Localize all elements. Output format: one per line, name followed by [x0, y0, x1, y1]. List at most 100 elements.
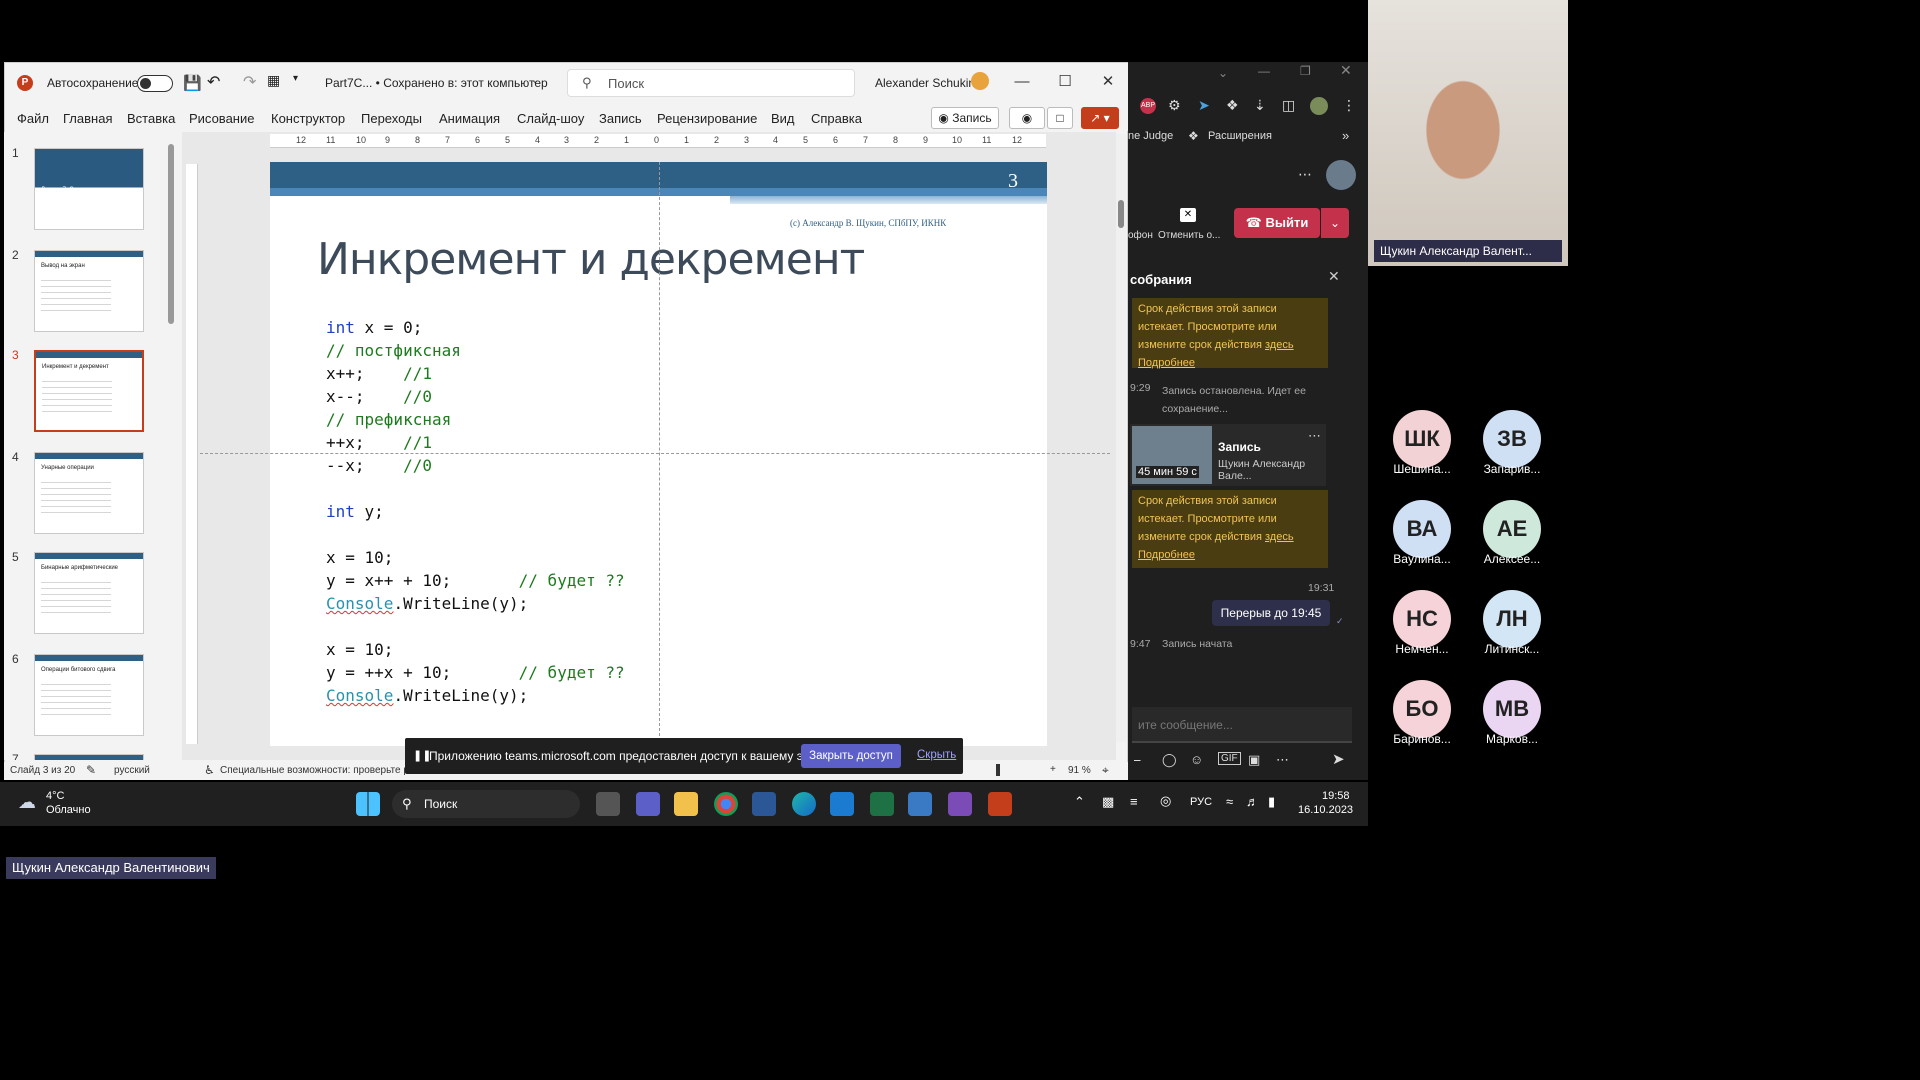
sticker-icon[interactable]: ▣	[1248, 752, 1260, 768]
bookmark-extensions[interactable]: Расширения	[1208, 130, 1272, 142]
close-panel-icon[interactable]: ✕	[1328, 268, 1340, 285]
tab-design[interactable]: Конструктор	[271, 111, 345, 126]
code-line[interactable]: // постфиксная	[326, 341, 461, 360]
bookmark-judge[interactable]: ne Judge	[1128, 130, 1173, 142]
stop-sharing-button[interactable]: Закрыть доступ	[801, 744, 901, 768]
participant-avatar[interactable]: ШК	[1393, 410, 1451, 468]
tab-draw[interactable]: Рисование	[189, 111, 254, 126]
code-line[interactable]: x--; //0	[326, 387, 432, 406]
customize-qat-icon[interactable]: ▾	[293, 73, 298, 84]
more-link[interactable]: Подробнее	[1138, 549, 1195, 561]
user-name[interactable]: Alexander Schukin	[875, 76, 975, 90]
participant-avatar[interactable]: ЛН	[1483, 590, 1541, 648]
slide-thumbnail-1[interactable]: Лекция 7. Операции	[34, 148, 144, 230]
minimize-icon[interactable]: —	[1258, 64, 1270, 78]
code-line[interactable]: // префиксная	[326, 410, 451, 429]
slide-thumbnail-7[interactable]	[34, 754, 144, 760]
gif-icon[interactable]: GIF	[1218, 752, 1241, 765]
search-box[interactable]: ⚲ Поиск	[567, 69, 855, 97]
weather-desc[interactable]: Облачно	[46, 804, 91, 816]
mic-label[interactable]: офон	[1128, 230, 1153, 241]
clock-date[interactable]: 16.10.2023	[1298, 804, 1353, 816]
participant-avatar[interactable]: НС	[1393, 590, 1451, 648]
tab-home[interactable]: Главная	[63, 111, 112, 126]
notepad-icon[interactable]	[908, 792, 932, 816]
language-status[interactable]: русский	[114, 765, 150, 776]
code-line[interactable]: ++x; //1	[326, 433, 432, 452]
powerpoint-icon[interactable]	[988, 792, 1012, 816]
record-button[interactable]: ◉ Запись	[931, 107, 999, 129]
tab-file[interactable]: Файл	[17, 111, 49, 126]
excel-icon[interactable]	[870, 792, 894, 816]
slide-thumbnail-3[interactable]: Инкремент и декремент	[34, 350, 144, 432]
microphone-icon[interactable]: ◎	[1160, 793, 1171, 809]
user-avatar[interactable]	[971, 72, 989, 90]
notice-link[interactable]: здесь	[1265, 531, 1294, 543]
thumbnails-scrollbar[interactable]	[168, 144, 174, 324]
code-line[interactable]: x++; //1	[326, 364, 432, 383]
wifi-icon[interactable]: ≈	[1226, 794, 1233, 809]
stop-share-icon[interactable]: ✕	[1180, 208, 1196, 222]
more-options-icon[interactable]: ⋯	[1308, 428, 1321, 444]
maximize-icon[interactable]: ☐	[1050, 71, 1080, 93]
chevron-down-icon[interactable]: ⌄	[531, 75, 539, 86]
weather-temp[interactable]: 4°C	[46, 790, 64, 802]
close-icon[interactable]: ✕	[1093, 71, 1123, 93]
notice-link[interactable]: здесь	[1265, 339, 1294, 351]
file-name[interactable]: Part7C... • Сохранено в: этот компьютер	[325, 76, 548, 90]
recording-card[interactable]: 45 мин 59 с Запись Щукин Александр Вале.…	[1130, 424, 1326, 486]
tab-help[interactable]: Справка	[811, 111, 862, 126]
message-input[interactable]: ите сообщение...	[1132, 707, 1352, 743]
download-icon[interactable]: ⇣	[1254, 97, 1266, 114]
loop-icon[interactable]: ◯	[1162, 752, 1177, 768]
code-line[interactable]: x = 10;	[326, 548, 393, 567]
presenter-icon[interactable]: ▦	[267, 72, 280, 89]
slide-thumbnail-4[interactable]: Унарные операции	[34, 452, 144, 534]
autosave-toggle[interactable]	[137, 75, 173, 92]
tab-view[interactable]: Вид	[771, 111, 795, 126]
slide-thumbnail-6[interactable]: Операции битового сдвига	[34, 654, 144, 736]
file-explorer-icon[interactable]	[674, 792, 698, 816]
leave-button[interactable]: ☎ Выйти	[1234, 208, 1320, 238]
undo-icon[interactable]: ↶	[207, 72, 220, 92]
more-options-icon[interactable]: ⋯	[1298, 166, 1312, 183]
tray-settings-icon[interactable]: ≡	[1130, 794, 1138, 809]
participant-avatar[interactable]: ВА	[1393, 500, 1451, 558]
code-line[interactable]: int x = 0;	[326, 318, 422, 337]
code-line[interactable]: --x; //0	[326, 456, 432, 475]
camera-button[interactable]: ◉	[1009, 107, 1045, 129]
participant-avatar[interactable]: АЕ	[1483, 500, 1541, 558]
spellcheck-icon[interactable]: ✎	[86, 763, 96, 777]
chevron-right-icon[interactable]: »	[1342, 128, 1349, 143]
tab-review[interactable]: Рецензирование	[657, 111, 757, 126]
chrome-icon[interactable]	[714, 792, 738, 816]
volume-icon[interactable]: ♬	[1246, 794, 1259, 809]
comments-icon[interactable]: □	[1047, 107, 1073, 129]
slide-title[interactable]: Инкремент и декремент	[317, 234, 865, 285]
participant-avatar[interactable]: ЗВ	[1483, 410, 1541, 468]
accessibility-status[interactable]: Специальные возможности: проверьте рек	[220, 765, 419, 776]
code-line[interactable]: Console.WriteLine(y);	[326, 686, 528, 705]
more-link[interactable]: Подробнее	[1138, 357, 1195, 369]
more-icon[interactable]: ⋯	[1276, 752, 1289, 768]
start-icon[interactable]	[356, 792, 380, 816]
code-line[interactable]: y = x++ + 10; // будет ??	[326, 571, 625, 590]
avatar[interactable]	[1326, 160, 1356, 190]
profile-avatar[interactable]	[1310, 97, 1328, 115]
translate-icon[interactable]: ➤	[1198, 97, 1210, 114]
zoom-in-icon[interactable]: +	[1050, 764, 1056, 775]
adblock-icon[interactable]: ABP	[1140, 98, 1156, 114]
mail-icon[interactable]	[830, 792, 854, 816]
participant-avatar[interactable]: МВ	[1483, 680, 1541, 738]
battery-icon[interactable]: ▮	[1268, 794, 1275, 810]
code-line[interactable]: Console.WriteLine(y);	[326, 594, 528, 613]
chevron-up-icon[interactable]: ⌃	[1074, 794, 1085, 810]
tab-animations[interactable]: Анимация	[439, 111, 500, 126]
taskbar-search[interactable]: ⚲ Поиск	[392, 790, 580, 818]
zoom-level[interactable]: 91 %	[1068, 765, 1091, 776]
teams-icon[interactable]	[636, 792, 660, 816]
presenter-video[interactable]: Щукин Александр Валент...	[1368, 0, 1568, 266]
code-line[interactable]: y = ++x + 10; // будет ??	[326, 663, 625, 682]
participant-avatar[interactable]: БО	[1393, 680, 1451, 738]
code-line[interactable]: int y;	[326, 502, 384, 521]
